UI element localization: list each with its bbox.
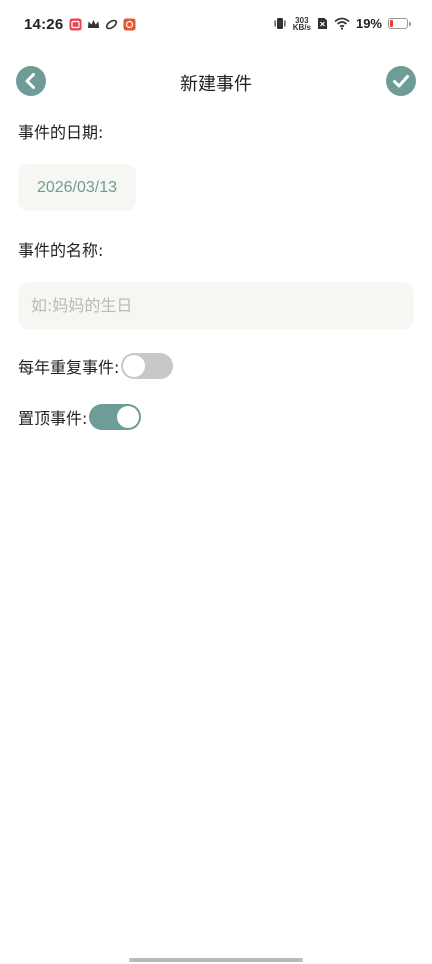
wifi-icon bbox=[334, 17, 350, 30]
event-date-label: 事件的日期: bbox=[18, 123, 104, 142]
link-icon bbox=[105, 19, 118, 30]
new-event-screen: 14:26 303 KB/s 19% 新建事件 事件的日期: 2026/03/1… bbox=[0, 0, 432, 964]
vibrate-icon bbox=[274, 18, 286, 29]
pin-event-row: 置顶事件: bbox=[18, 404, 142, 430]
home-indicator[interactable] bbox=[129, 958, 303, 962]
status-bar: 14:26 303 KB/s 19% bbox=[0, 0, 432, 50]
network-speed-unit: KB/s bbox=[292, 22, 311, 32]
battery-level bbox=[390, 20, 394, 27]
checkmark-icon bbox=[393, 75, 409, 88]
repeat-yearly-row: 每年重复事件: bbox=[18, 353, 174, 379]
status-right: 303 KB/s 19% bbox=[273, 16, 411, 32]
shopping-app-icon bbox=[123, 18, 136, 31]
pin-event-toggle[interactable] bbox=[89, 404, 142, 430]
toggle-knob bbox=[117, 406, 140, 428]
battery-percent: 19% bbox=[355, 16, 382, 31]
app-bar: 新建事件 bbox=[0, 60, 432, 104]
repeat-yearly-label: 每年重复事件: bbox=[18, 358, 120, 377]
confirm-button[interactable] bbox=[386, 66, 416, 96]
battery-icon bbox=[388, 18, 411, 29]
page-title: 新建事件 bbox=[180, 74, 252, 95]
event-name-label: 事件的名称: bbox=[18, 241, 104, 260]
event-date-picker[interactable]: 2026/03/13 bbox=[18, 164, 136, 211]
pin-event-label: 置顶事件: bbox=[18, 409, 88, 428]
notification-icons bbox=[69, 18, 136, 31]
event-name-input[interactable] bbox=[18, 282, 414, 329]
network-speed: 303 KB/s bbox=[292, 16, 311, 32]
status-time: 14:26 bbox=[24, 16, 64, 33]
toggle-knob bbox=[123, 355, 146, 377]
app-notification-icon bbox=[69, 18, 82, 31]
no-sim-icon bbox=[317, 18, 327, 29]
repeat-yearly-toggle[interactable] bbox=[121, 353, 174, 379]
crown-icon bbox=[88, 20, 99, 28]
